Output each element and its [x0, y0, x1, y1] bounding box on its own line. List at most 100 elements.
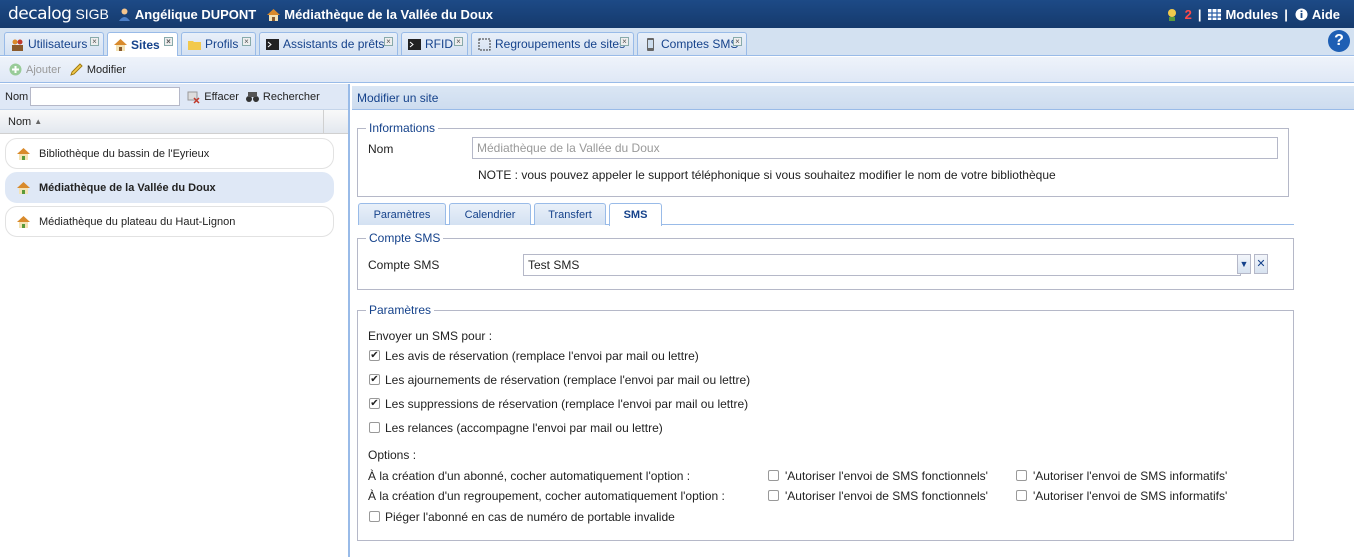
- information-legend: Informations: [369, 121, 436, 135]
- close-icon[interactable]: ×: [620, 37, 629, 46]
- close-icon[interactable]: ×: [242, 37, 251, 46]
- user-icon: [118, 8, 130, 21]
- tab-label: Sites: [131, 37, 160, 52]
- option-row-regroupement: À la création d'un regroupement, cocher …: [368, 489, 725, 503]
- list-item[interactable]: Bibliothèque du bassin de l'Eyrieux: [5, 138, 334, 169]
- options-label: Options :: [368, 448, 417, 462]
- current-user[interactable]: Angélique DUPONT: [117, 7, 256, 22]
- house-icon: [17, 148, 30, 160]
- tab-comptes-sms[interactable]: Comptes SMS ×: [637, 32, 747, 55]
- checkbox-suppressions[interactable]: ✔: [369, 398, 380, 409]
- clear-button[interactable]: Effacer: [186, 89, 239, 104]
- user-name: Angélique DUPONT: [134, 6, 257, 22]
- checkbox-ajournements-label: Les ajournements de réservation (remplac…: [385, 373, 751, 387]
- send-sms-label: Envoyer un SMS pour :: [368, 329, 493, 343]
- sms-account-legend: Compte SMS: [369, 231, 441, 245]
- help-button[interactable]: ?: [1328, 30, 1350, 52]
- checkbox-regroupement-fonctionnels[interactable]: [768, 490, 779, 501]
- tab-label: Profils: [205, 37, 239, 51]
- users-icon: [12, 39, 23, 51]
- sites-list-panel: Nom Effacer Rechercher Nom ▲ Bibliothèqu…: [0, 84, 350, 557]
- checkbox-avis[interactable]: ✔: [369, 350, 380, 361]
- modules-label: Modules: [1225, 6, 1279, 22]
- checkbox-abonne-fonctionnels[interactable]: [768, 470, 779, 481]
- clear-label: Effacer: [204, 90, 239, 103]
- close-icon[interactable]: ×: [733, 37, 742, 46]
- checkbox-abonne-informatifs[interactable]: [1016, 470, 1027, 481]
- column-divider: [323, 110, 324, 133]
- notification-count: 2: [1184, 6, 1192, 22]
- list-item-label: Bibliothèque du bassin de l'Eyrieux: [39, 147, 210, 160]
- sms-account-select[interactable]: Test SMS: [523, 254, 1241, 276]
- name-field[interactable]: Médiathèque de la Vallée du Doux: [472, 137, 1278, 159]
- library-name: Médiathèque de la Vallée du Doux: [284, 6, 494, 22]
- checkbox-relances[interactable]: [369, 422, 380, 433]
- notification-icon: [1167, 8, 1176, 21]
- chevron-down-icon[interactable]: ▼: [1237, 254, 1251, 274]
- column-header-nom[interactable]: Nom ▲: [0, 110, 348, 134]
- tab-label: Utilisateurs: [28, 37, 88, 51]
- name-label: Nom: [368, 142, 394, 156]
- list-item-selected[interactable]: Médiathèque de la Vallée du Doux: [5, 172, 334, 203]
- subtab-sms[interactable]: SMS: [609, 203, 662, 226]
- search-button[interactable]: Rechercher: [245, 89, 320, 104]
- tab-label: RFID: [425, 37, 453, 51]
- search-label: Nom: [5, 90, 29, 103]
- tab-regroupements[interactable]: Regroupements de sites ×: [471, 32, 634, 55]
- edit-button[interactable]: Modifier: [69, 62, 126, 77]
- subtab-calendrier[interactable]: Calendrier: [449, 203, 531, 225]
- sort-asc-icon: ▲: [34, 117, 43, 126]
- list-item[interactable]: Médiathèque du plateau du Haut-Lignon: [5, 206, 334, 237]
- tab-profils[interactable]: Profils ×: [181, 32, 256, 55]
- regroupement-fonctionnels-label: 'Autoriser l'envoi de SMS fonctionnels': [785, 489, 988, 503]
- clear-icon[interactable]: ✕: [1254, 254, 1268, 274]
- house-icon: [114, 39, 127, 51]
- panel-title: Modifier un site: [352, 86, 1354, 110]
- subtab-parametres[interactable]: Paramètres: [358, 203, 446, 225]
- house-icon: [17, 182, 30, 194]
- checkbox-pieger[interactable]: [369, 511, 380, 522]
- option-row-abonne: À la création d'un abonné, cocher automa…: [368, 469, 691, 483]
- subtab-transfert[interactable]: Transfert: [534, 203, 606, 225]
- separator: |: [1284, 6, 1288, 22]
- phone-icon: [647, 37, 654, 51]
- checkbox-ajournements[interactable]: ✔: [369, 374, 380, 385]
- information-fieldset: Informations: [357, 121, 1289, 197]
- grid-icon: [1208, 8, 1222, 20]
- close-icon[interactable]: ×: [164, 37, 173, 46]
- parameters-legend: Paramètres: [369, 303, 432, 317]
- checkbox-regroupement-informatifs[interactable]: [1016, 490, 1027, 501]
- list-search-bar: Nom Effacer Rechercher: [0, 84, 348, 110]
- tab-assistants[interactable]: Assistants de prêts ×: [259, 32, 398, 55]
- folder-icon: [188, 40, 201, 50]
- name-note: NOTE : vous pouvez appeler le support té…: [478, 168, 1056, 182]
- info-icon: [1295, 8, 1308, 20]
- close-icon[interactable]: ×: [90, 37, 99, 46]
- add-button[interactable]: Ajouter: [8, 62, 61, 77]
- pencil-icon: [70, 63, 83, 76]
- regroupement-informatifs-label: 'Autoriser l'envoi de SMS informatifs': [1033, 489, 1228, 503]
- edit-label: Modifier: [86, 63, 126, 76]
- add-label: Ajouter: [26, 63, 61, 76]
- top-bar: decalog SIGB Angélique DUPONT Médiathèqu…: [0, 0, 1354, 28]
- close-icon[interactable]: ×: [454, 37, 463, 46]
- search-input[interactable]: [30, 87, 181, 106]
- notifications[interactable]: 2: [1165, 7, 1192, 22]
- terminal-icon: [266, 38, 279, 50]
- checkbox-avis-label: Les avis de réservation (remplace l'envo…: [385, 349, 699, 363]
- eraser-icon: [187, 91, 200, 104]
- tab-sites[interactable]: Sites ×: [107, 32, 178, 56]
- list-item-label: Médiathèque de la Vallée du Doux: [39, 181, 216, 194]
- tab-utilisateurs[interactable]: Utilisateurs ×: [4, 32, 104, 55]
- modules-button[interactable]: Modules: [1207, 7, 1278, 22]
- tab-rfid[interactable]: RFID ×: [401, 32, 468, 55]
- search-label: Rechercher: [262, 90, 320, 103]
- help-link[interactable]: Aide: [1294, 7, 1340, 22]
- current-library[interactable]: Médiathèque de la Vallée du Doux: [266, 7, 493, 22]
- edit-site-panel: Modifier un site Informations Nom Médiat…: [352, 84, 1354, 557]
- tab-label: Regroupements de sites: [495, 37, 626, 51]
- close-icon[interactable]: ×: [384, 37, 393, 46]
- help-label: Aide: [1311, 6, 1340, 22]
- checkbox-suppressions-label: Les suppressions de réservation (remplac…: [385, 397, 749, 411]
- checkbox-pieger-label: Piéger l'abonné en cas de numéro de port…: [385, 510, 675, 524]
